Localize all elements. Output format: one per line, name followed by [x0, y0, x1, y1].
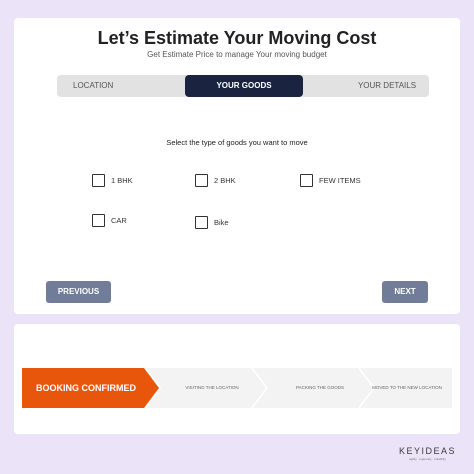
- next-button[interactable]: NEXT: [382, 281, 428, 303]
- booking-progress-card: BOOKING CONFIRMED VISITING THE LOCATION …: [14, 324, 460, 434]
- option-label: CAR: [111, 216, 127, 225]
- brand-tagline: agility · ingenuity · reliability: [409, 457, 446, 461]
- page-title: Let’s Estimate Your Moving Cost: [97, 28, 377, 48]
- checkbox-2bhk[interactable]: [195, 174, 208, 187]
- tab-your-details[interactable]: YOUR DETAILS: [345, 75, 429, 97]
- option-1bhk[interactable]: 1 BHK: [92, 174, 133, 187]
- progress-steps: BOOKING CONFIRMED VISITING THE LOCATION …: [22, 368, 452, 408]
- goods-instruction: Select the type of goods you want to mov…: [166, 138, 308, 147]
- step-moved-new-location: MOVED TO THE NEW LOCATION: [372, 385, 442, 390]
- previous-button[interactable]: PREVIOUS: [46, 281, 111, 303]
- tab-location[interactable]: LOCATION: [65, 75, 135, 97]
- option-label: 2 BHK: [214, 176, 236, 185]
- step-tabs: LOCATION YOUR GOODS YOUR DETAILS: [57, 75, 429, 97]
- checkbox-bike[interactable]: [195, 216, 208, 229]
- step-booking-confirmed: BOOKING CONFIRMED: [36, 382, 136, 393]
- option-bike[interactable]: Bike: [195, 216, 229, 229]
- estimate-form-card: Let’s Estimate Your Moving Cost Get Esti…: [14, 18, 460, 314]
- step-packing-goods: PACKING THE GOODS: [295, 385, 345, 390]
- checkbox-1bhk[interactable]: [92, 174, 105, 187]
- checkbox-few-items[interactable]: [300, 174, 313, 187]
- option-car[interactable]: CAR: [92, 214, 127, 227]
- option-label: 1 BHK: [111, 176, 133, 185]
- option-few-items[interactable]: FEW ITEMS: [300, 174, 361, 187]
- tab-your-goods[interactable]: YOUR GOODS: [185, 75, 303, 97]
- brand-logo: KEYIDEAS agility · ingenuity · reliabili…: [399, 446, 456, 461]
- checkbox-car[interactable]: [92, 214, 105, 227]
- page-subtitle: Get Estimate Price to manage Your moving…: [147, 50, 327, 59]
- step-visiting-location: VISITING THE LOCATION: [185, 385, 239, 390]
- option-label: FEW ITEMS: [319, 176, 361, 185]
- brand-name: KEYIDEAS: [398, 446, 456, 456]
- option-2bhk[interactable]: 2 BHK: [195, 174, 236, 187]
- option-label: Bike: [214, 218, 229, 227]
